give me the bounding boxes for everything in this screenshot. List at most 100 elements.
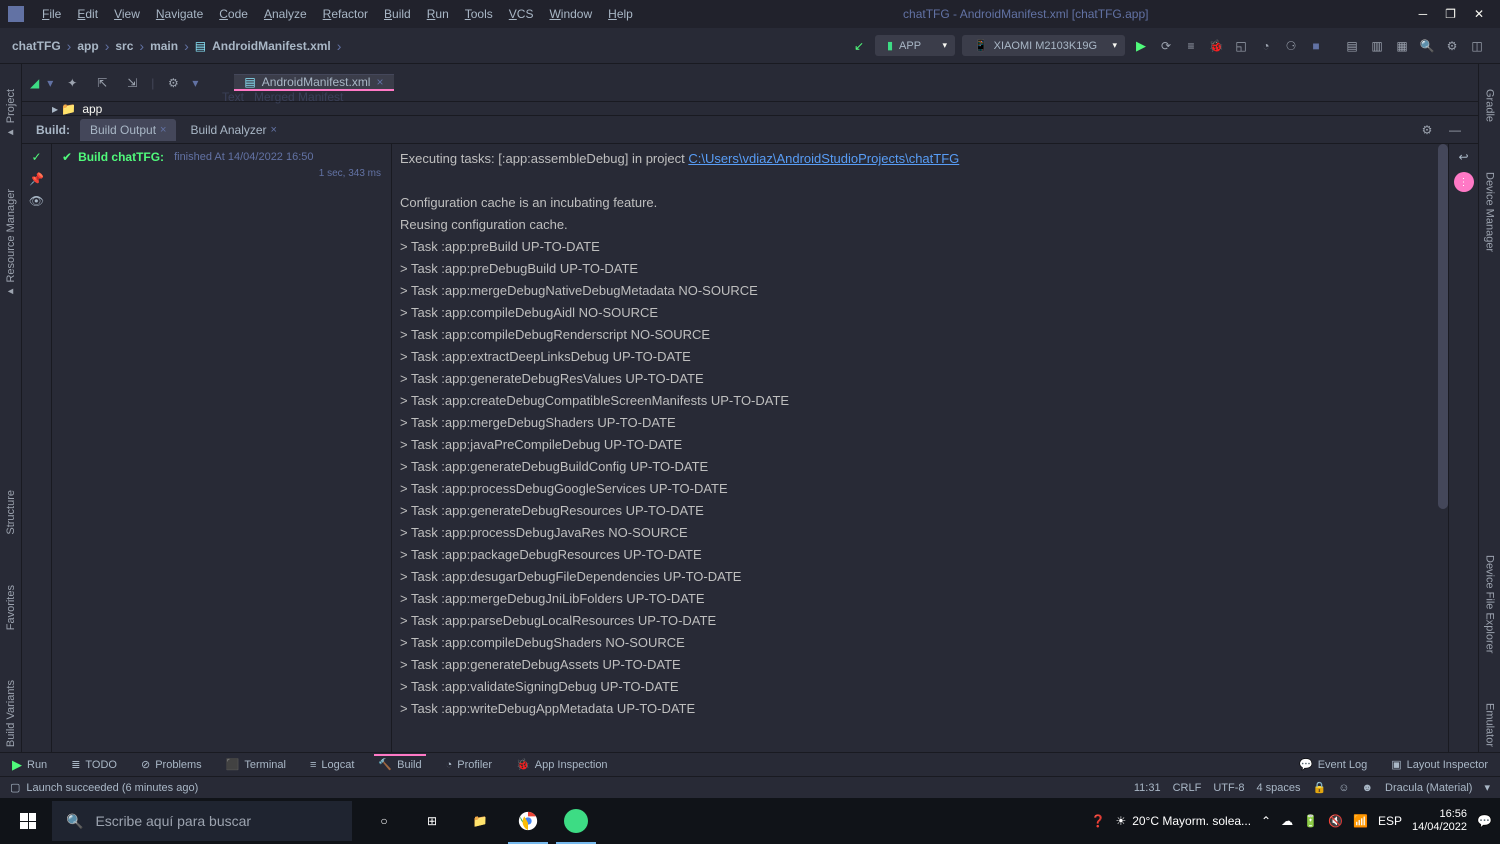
menu-view[interactable]: View [106, 3, 148, 25]
sync-icon[interactable]: ↙ [848, 35, 870, 57]
layout-icon[interactable]: ◫ [1466, 35, 1488, 57]
face1-icon[interactable]: ☺ [1338, 782, 1349, 794]
tool-problems[interactable]: ⊘Problems [137, 756, 206, 773]
apply-changes-icon[interactable]: ⟳ [1155, 35, 1177, 57]
close-icon[interactable]: × [271, 124, 277, 136]
expand-icon[interactable]: ⇲ [121, 72, 143, 94]
tool-run[interactable]: ▶Run [8, 755, 51, 775]
menu-analyze[interactable]: Analyze [256, 3, 315, 25]
scrollbar[interactable] [1438, 144, 1448, 509]
close-icon[interactable]: × [160, 124, 166, 136]
menu-refactor[interactable]: Refactor [315, 3, 376, 25]
breadcrumb-chattfg[interactable]: chatTFG [12, 39, 61, 53]
tab-text[interactable]: Text [222, 90, 244, 104]
close-icon[interactable]: × [376, 75, 383, 89]
search-icon[interactable]: 🔍 [1416, 35, 1438, 57]
notifications-icon[interactable]: 💬 [1477, 814, 1492, 828]
face2-icon[interactable]: ☻ [1361, 782, 1373, 794]
breadcrumb-main[interactable]: main [150, 39, 178, 53]
tab-merged-manifest[interactable]: Merged Manifest [254, 90, 343, 104]
line-separator[interactable]: CRLF [1173, 782, 1202, 794]
menu-window[interactable]: Window [541, 3, 600, 25]
gear-icon[interactable]: ⚙ [1416, 119, 1438, 141]
rail-project[interactable]: ▸ Project [0, 84, 22, 144]
resource-manager-icon[interactable]: ▦ [1391, 35, 1413, 57]
menu-vcs[interactable]: VCS [501, 3, 542, 25]
rail-device-file-explorer[interactable]: Device File Explorer [1479, 550, 1500, 658]
tray-chevron-icon[interactable]: ⌃ [1261, 814, 1271, 828]
chevron-down-icon[interactable]: ▾ [192, 76, 198, 90]
editor-tab[interactable]: ▤ AndroidManifest.xml × [234, 74, 393, 91]
indent[interactable]: 4 spaces [1257, 782, 1301, 794]
minimize-icon[interactable]: ─ [1419, 7, 1428, 21]
chevron-down-icon[interactable]: ▾ [47, 76, 53, 90]
chevron-down-icon[interactable]: › [337, 38, 342, 54]
menu-edit[interactable]: Edit [69, 3, 106, 25]
tool-terminal[interactable]: ⬛Terminal [222, 756, 290, 773]
menu-tools[interactable]: Tools [457, 3, 501, 25]
rail-favorites[interactable]: Favorites [0, 580, 22, 635]
view-icon[interactable]: 👁 [29, 194, 44, 208]
hide-icon[interactable]: — [1444, 119, 1466, 141]
status-icon[interactable]: ▢ [10, 781, 20, 794]
tab-build-output[interactable]: Build Output × [80, 119, 176, 141]
soft-wrap-icon[interactable]: ↩ [1458, 150, 1468, 164]
task-view-icon[interactable]: ○ [360, 798, 408, 844]
project-path-link[interactable]: C:\Users\vdiaz\AndroidStudioProjects\cha… [688, 151, 959, 166]
start-button[interactable] [4, 798, 52, 844]
chrome-icon[interactable] [504, 798, 552, 844]
profile-icon[interactable]: ◔ [1255, 35, 1277, 57]
help-icon[interactable]: ❓ [1090, 814, 1105, 828]
coverage-icon[interactable]: ◱ [1230, 35, 1252, 57]
android-icon[interactable]: ◢ [30, 76, 39, 90]
add-icon[interactable]: ✦ [61, 72, 83, 94]
maximize-icon[interactable]: ❐ [1445, 7, 1456, 21]
tool-build[interactable]: 🔨Build [374, 754, 425, 773]
rail-build-variants[interactable]: Build Variants [0, 675, 22, 752]
volume-icon[interactable]: 🔇 [1328, 814, 1343, 828]
breadcrumb-androidmanifest.xml[interactable]: AndroidManifest.xml [212, 39, 331, 53]
tray-clock[interactable]: 16:56 14/04/2022 [1412, 808, 1467, 834]
onedrive-icon[interactable]: ☁ [1281, 814, 1293, 828]
close-icon[interactable]: ✕ [1474, 7, 1484, 21]
avd-manager-icon[interactable]: ▤ [1341, 35, 1363, 57]
run-config-select[interactable]: ▮ APP [875, 35, 955, 56]
build-output[interactable]: Executing tasks: [:app:assembleDebug] in… [392, 144, 1448, 752]
rail-structure[interactable]: Structure [0, 485, 22, 540]
cortana-icon[interactable]: ⊞ [408, 798, 456, 844]
settings-icon[interactable]: ⚙ [1441, 35, 1463, 57]
rail-emulator[interactable]: Emulator [1479, 698, 1500, 752]
build-tree-title[interactable]: Build chatTFG: [78, 150, 164, 164]
menu-build[interactable]: Build [376, 3, 419, 25]
debug-icon[interactable]: 🐞 [1205, 35, 1227, 57]
pin-icon[interactable]: 📌 [29, 172, 44, 186]
file-explorer-icon[interactable]: 📁 [456, 798, 504, 844]
collapse-icon[interactable]: ⇱ [91, 72, 113, 94]
breadcrumb-src[interactable]: src [115, 39, 133, 53]
debug-activity-icon[interactable]: ≡ [1180, 35, 1202, 57]
menu-code[interactable]: Code [211, 3, 256, 25]
tool-layout-inspector[interactable]: ▣Layout Inspector [1387, 756, 1492, 773]
rail-device-manager[interactable]: Device Manager [1479, 167, 1500, 257]
encoding[interactable]: UTF-8 [1213, 782, 1244, 794]
menu-file[interactable]: File [34, 3, 69, 25]
attach-debugger-icon[interactable]: ⚆ [1280, 35, 1302, 57]
taskbar-search[interactable]: 🔍 Escribe aquí para buscar [52, 801, 352, 841]
android-studio-icon[interactable] [552, 798, 600, 844]
wifi-icon[interactable]: 📶 [1353, 814, 1368, 828]
theme-label[interactable]: Dracula (Material) [1385, 782, 1472, 794]
chevron-down-icon[interactable]: ▾ [1484, 781, 1490, 794]
tool-profiler[interactable]: ◔Profiler [442, 757, 497, 773]
battery-icon[interactable]: 🔋 [1303, 814, 1318, 828]
language-indicator[interactable]: ESP [1378, 814, 1402, 828]
menu-run[interactable]: Run [419, 3, 457, 25]
stop-icon[interactable]: ■ [1305, 35, 1327, 57]
lock-icon[interactable]: 🔒 [1313, 781, 1327, 794]
rail-resource-manager[interactable]: ▸ Resource Manager [0, 184, 22, 304]
gear-icon[interactable]: ⚙ [162, 72, 184, 94]
device-select[interactable]: 📱 XIAOMI M2103K19G [962, 35, 1125, 56]
tool-logcat[interactable]: ≡Logcat [306, 757, 358, 773]
run-button[interactable]: ▶ [1130, 35, 1152, 57]
menu-help[interactable]: Help [600, 3, 641, 25]
breadcrumb-app[interactable]: app [77, 39, 98, 53]
